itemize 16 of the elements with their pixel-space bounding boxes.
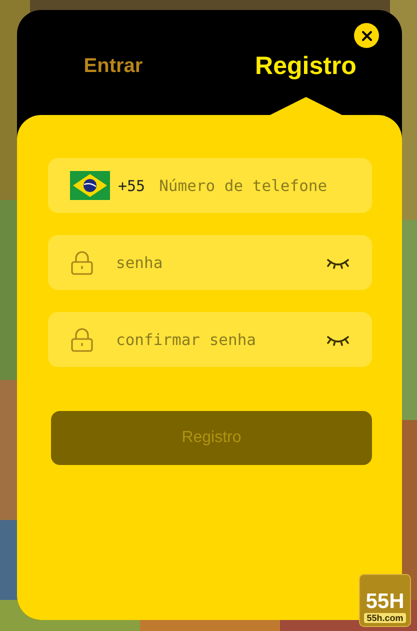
closed-eye-icon[interactable] (326, 334, 350, 346)
closed-eye-icon[interactable] (326, 256, 350, 268)
lock-icon (70, 250, 94, 274)
tab[interactable]: Registro (210, 52, 402, 81)
phone-number-input[interactable]: Número de telefone (157, 176, 350, 196)
app-badge[interactable]: 55H 55h.com (359, 574, 411, 627)
badge-site: 55h.com (364, 613, 406, 623)
close-button[interactable] (354, 23, 379, 48)
brazil-flag-icon (70, 171, 110, 200)
password-input[interactable]: senha (114, 252, 314, 272)
country-code: +55 (118, 176, 146, 194)
lock-icon (70, 328, 94, 352)
badge-title: 55H (366, 591, 404, 613)
tab[interactable]: Entrar (17, 55, 210, 78)
password-input[interactable]: confirmar senha (114, 330, 314, 350)
close-icon (360, 30, 372, 42)
